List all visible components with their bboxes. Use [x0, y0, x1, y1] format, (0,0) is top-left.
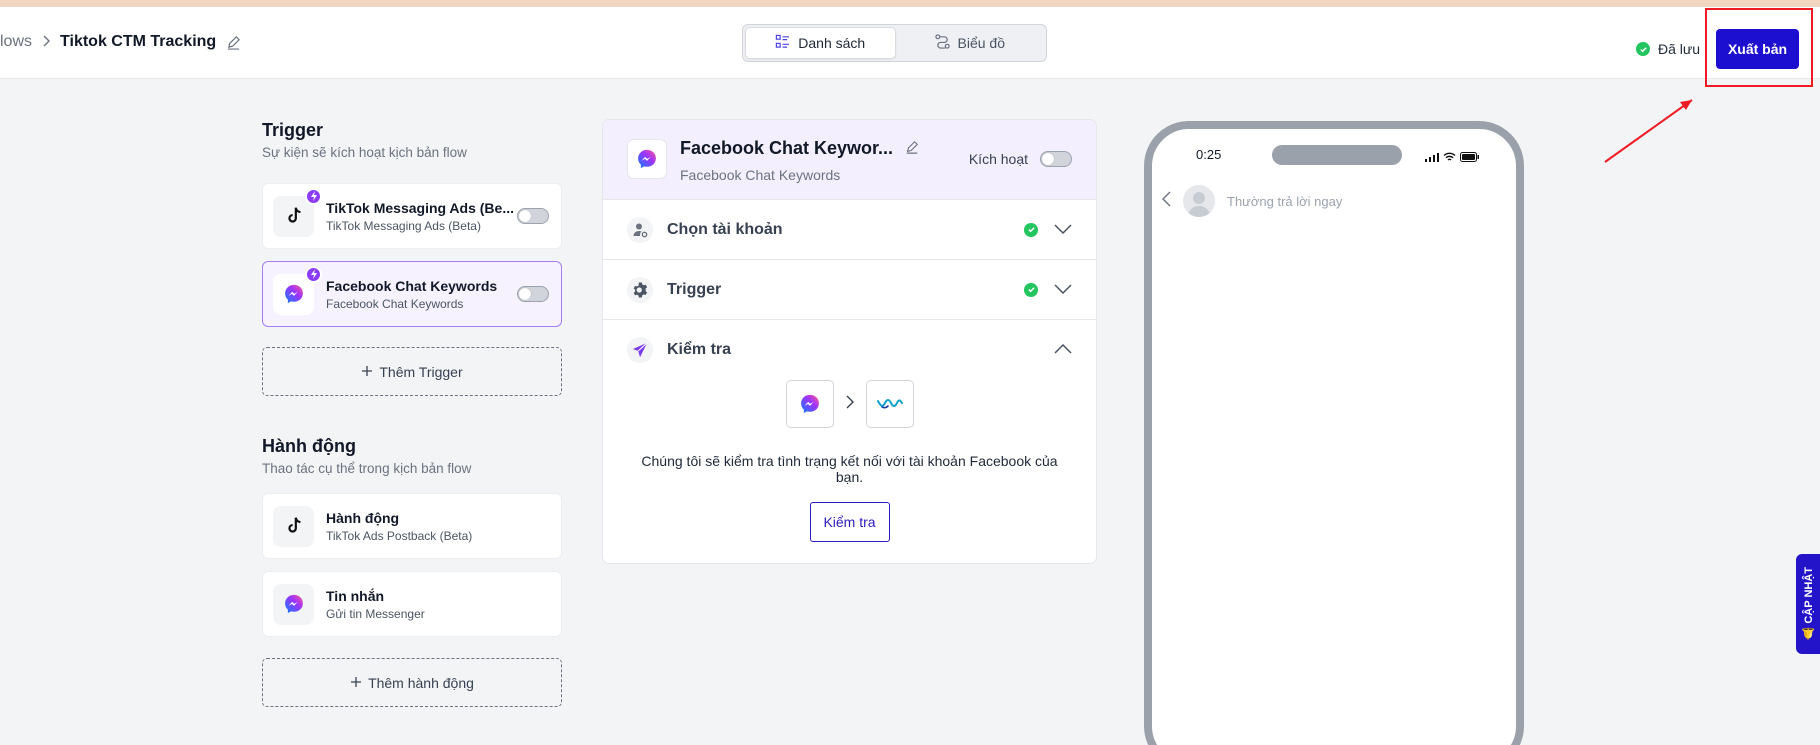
trigger-card-title: TikTok Messaging Ads (Be... — [326, 199, 515, 216]
breadcrumb: lows Tiktok CTM Tracking — [0, 33, 241, 51]
battery-icon — [1460, 149, 1480, 167]
edit-pencil-icon[interactable] — [905, 138, 919, 159]
signal-icon — [1425, 149, 1439, 167]
trigger-section-subtitle: Sự kiện sẽ kích hoạt kịch bản flow — [262, 145, 467, 160]
phone-status-icons — [1425, 149, 1480, 167]
tab-chart[interactable]: Biểu đồ — [896, 27, 1045, 59]
tab-list-label: Danh sách — [798, 35, 866, 51]
panel-header: Facebook Chat Keywor... Facebook Chat Ke… — [603, 120, 1096, 200]
phone-preview: 0:25 Thường trả lời ngay — [1144, 121, 1524, 745]
detail-panel: Facebook Chat Keywor... Facebook Chat Ke… — [602, 119, 1097, 564]
messenger-icon — [273, 265, 322, 315]
update-side-tab[interactable]: 🔔 CẬP NHẬT — [1796, 554, 1820, 654]
check-area: Chúng tôi sẽ kiểm tra tình trạng kết nối… — [603, 380, 1096, 542]
action-card-title: Tin nhắn — [326, 587, 385, 604]
brand-logo-icon — [865, 380, 914, 428]
chevron-up-icon — [1054, 341, 1072, 359]
messenger-icon — [627, 139, 667, 179]
add-trigger-button[interactable]: Thêm Trigger — [262, 347, 562, 396]
add-action-button[interactable]: Thêm hành động — [262, 658, 562, 707]
saved-label: Đã lưu — [1658, 41, 1701, 57]
accordion-label: Kiểm tra — [667, 341, 732, 358]
tab-chart-label: Biểu đồ — [957, 35, 1005, 51]
publish-button[interactable]: Xuất bản — [1716, 29, 1799, 69]
flow-title: Tiktok CTM Tracking — [60, 33, 217, 50]
trigger-toggle[interactable] — [517, 208, 549, 224]
add-action-label: Thêm hành động — [368, 674, 474, 691]
header: lows Tiktok CTM Tracking Danh sách Biểu … — [0, 7, 1820, 79]
action-card-tiktok[interactable]: Hành động TikTok Ads Postback (Beta) — [262, 493, 562, 559]
send-icon — [627, 337, 653, 363]
list-icon — [775, 34, 790, 52]
check-circle-icon — [1024, 222, 1038, 237]
tab-list[interactable]: Danh sách — [745, 27, 896, 59]
top-strip — [0, 0, 1820, 7]
reply-status: Thường trả lời ngay — [1227, 193, 1343, 209]
accordion-label: Trigger — [667, 280, 722, 298]
chevron-down-icon — [1054, 281, 1072, 299]
phone-time: 0:25 — [1196, 147, 1222, 162]
action-section-subtitle: Thao tác cụ thể trong kịch bản flow — [262, 461, 472, 476]
avatar — [1183, 185, 1215, 217]
connection-diagram — [627, 380, 1072, 428]
action-card-subtitle: Gửi tin Messenger — [326, 606, 425, 621]
bolt-icon — [305, 187, 322, 205]
flow-icon — [934, 34, 950, 52]
phone-notch — [1272, 145, 1402, 165]
activate-label: Kích hoạt — [968, 151, 1028, 167]
breadcrumb-prev[interactable]: lows — [0, 33, 32, 51]
gear-icon — [627, 276, 653, 303]
tiktok-icon — [273, 187, 322, 237]
tiktok-icon — [273, 505, 314, 547]
chevron-down-icon — [1054, 221, 1072, 239]
accordion-trigger[interactable]: Trigger — [603, 260, 1096, 320]
user-gear-icon — [627, 216, 653, 243]
view-tabs: Danh sách Biểu đồ — [742, 24, 1047, 62]
accordion-check[interactable]: Kiểm tra — [603, 320, 1096, 380]
action-card-message[interactable]: Tin nhắn Gửi tin Messenger — [262, 571, 562, 637]
trigger-card-tiktok[interactable]: TikTok Messaging Ads (Be... TikTok Messa… — [262, 183, 562, 249]
trigger-card-facebook[interactable]: Facebook Chat Keywords Facebook Chat Key… — [262, 261, 562, 327]
accordion-choose-account[interactable]: Chọn tài khoản — [603, 200, 1096, 260]
bolt-icon — [305, 265, 322, 283]
messenger-icon — [785, 380, 834, 428]
wifi-icon — [1443, 149, 1456, 167]
add-trigger-label: Thêm Trigger — [379, 363, 463, 380]
panel-subtitle: Facebook Chat Keywords — [680, 167, 841, 183]
action-card-title: Hành động — [326, 509, 400, 526]
check-description: Chúng tôi sẽ kiểm tra tình trạng kết nối… — [641, 453, 1058, 485]
update-tab-label: 🔔 CẬP NHẬT — [1802, 567, 1815, 641]
edit-pencil-icon[interactable] — [226, 35, 241, 50]
back-chevron-icon[interactable] — [1162, 191, 1171, 212]
trigger-card-subtitle: TikTok Messaging Ads (Beta) — [326, 218, 481, 233]
check-circle-icon — [1636, 42, 1650, 56]
action-card-subtitle: TikTok Ads Postback (Beta) — [326, 528, 473, 543]
trigger-card-title: Facebook Chat Keywords — [326, 277, 498, 294]
activate-toggle[interactable] — [1040, 151, 1072, 167]
messenger-icon — [273, 583, 314, 625]
chat-header: Thường trả lời ngay — [1162, 185, 1342, 217]
annotation-arrow — [1604, 99, 1693, 163]
trigger-toggle[interactable] — [517, 286, 549, 302]
check-circle-icon — [1024, 282, 1038, 297]
panel-title: Facebook Chat Keywor... — [680, 138, 894, 158]
action-section-title: Hành động — [262, 436, 356, 456]
chevron-right-icon — [42, 34, 51, 50]
accordion-label: Chọn tài khoản — [667, 220, 783, 238]
plus-icon — [350, 675, 362, 691]
chevron-right-icon — [846, 395, 854, 414]
trigger-section-title: Trigger — [262, 120, 324, 140]
check-button[interactable]: Kiểm tra — [809, 502, 890, 542]
trigger-card-subtitle: Facebook Chat Keywords — [326, 296, 464, 311]
saved-status: Đã lưu — [1636, 41, 1700, 57]
plus-icon — [361, 364, 373, 380]
